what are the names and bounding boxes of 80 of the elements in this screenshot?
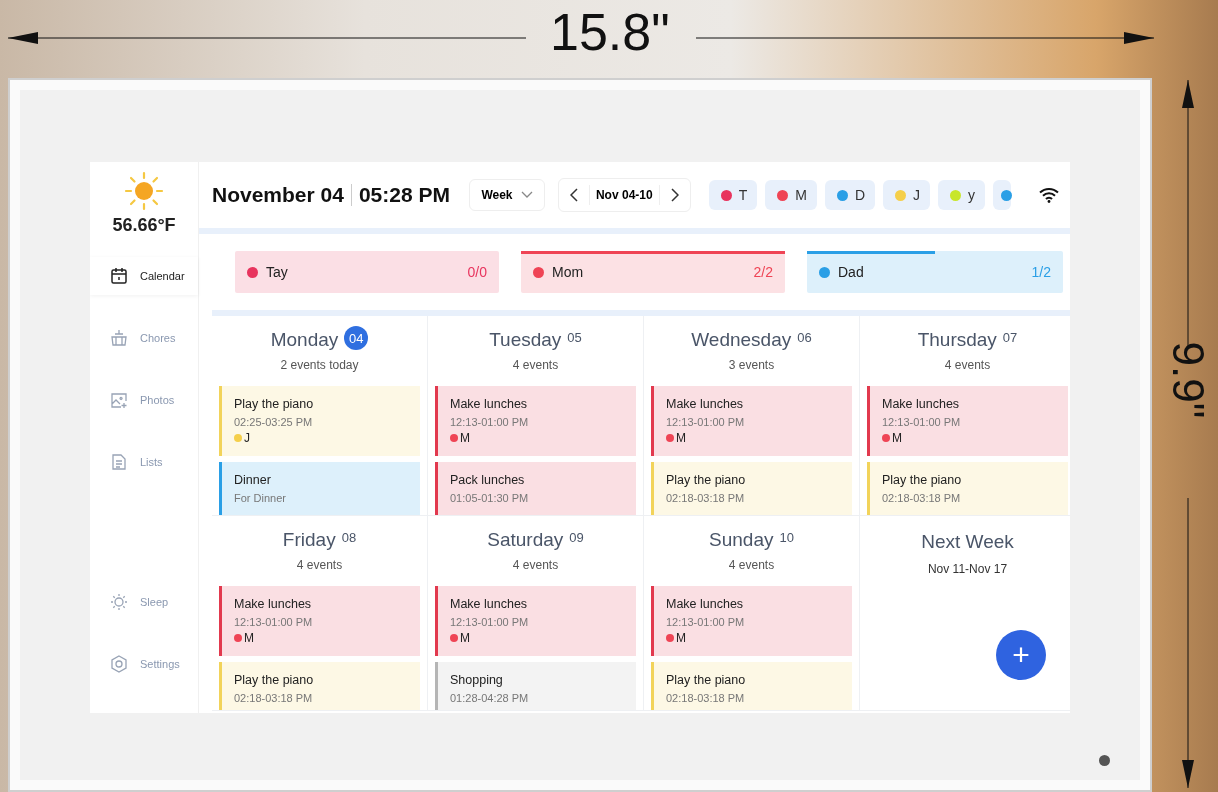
event-card[interactable]: Dinner For Dinner	[219, 462, 420, 515]
day-date: 10	[779, 529, 794, 545]
person-initial: J	[244, 431, 250, 445]
day-name: Monday	[270, 329, 339, 351]
next-week-title: Next Week	[921, 531, 1014, 553]
day-date: 06	[797, 329, 812, 345]
event-card[interactable]: Pack lunches 01:05-01:30 PM	[435, 462, 636, 515]
next-week-range: Nov 11-Nov 17	[926, 562, 1009, 576]
person-initial: M	[244, 631, 254, 645]
day-date: 09	[569, 529, 584, 545]
event-card[interactable]: Play the piano 02:18-03:18 PM	[867, 462, 1068, 515]
current-time: 05:28 PM	[357, 183, 450, 207]
day-name: Sunday	[709, 529, 774, 551]
view-dropdown[interactable]: Week	[468, 179, 545, 211]
task-count: 1/2	[1031, 264, 1051, 280]
day-name: Thursday	[917, 329, 997, 351]
member-progress-card[interactable]: Mom 2/2	[521, 251, 785, 293]
sun-icon	[110, 593, 128, 611]
event-card[interactable]: Make lunches 12:13-01:00 PM M	[435, 586, 636, 656]
current-date: November 04	[212, 184, 352, 206]
member-name: Tay	[266, 264, 289, 280]
member-filter-chip[interactable]	[993, 180, 1011, 210]
member-filter-chip[interactable]: D	[824, 180, 875, 210]
task-count: 0/0	[467, 264, 487, 280]
wifi-icon	[1038, 187, 1059, 203]
today-date-badge: 04	[344, 326, 369, 350]
event-count: 3 events	[727, 358, 776, 372]
height-label: 9.9"	[1163, 341, 1214, 419]
basket-icon	[110, 329, 128, 347]
sun-icon	[124, 171, 164, 211]
event-count: 4 events	[943, 358, 992, 372]
event-card[interactable]: Play the piano 02:18-03:18 PM	[219, 662, 420, 710]
member-progress-card[interactable]: Dad 1/2	[807, 251, 1063, 293]
member-filter-chip[interactable]: y	[938, 180, 985, 210]
person-initial: M	[460, 631, 470, 645]
event-card[interactable]: Make lunches 12:13-01:00 PM M	[651, 586, 852, 656]
day-date: 07	[1002, 329, 1018, 345]
task-count: 2/2	[753, 264, 773, 280]
sidebar-item[interactable]: Calendar	[90, 257, 198, 295]
event-card[interactable]: Play the piano 02:18-03:18 PM	[651, 662, 852, 710]
day-name: Friday	[282, 529, 336, 551]
event-count: 2 events today	[279, 358, 360, 372]
chevron-left-icon	[569, 188, 578, 202]
document-icon	[110, 453, 128, 471]
day-name: Saturday	[487, 529, 564, 551]
member-filter-chip[interactable]: J	[883, 180, 930, 210]
day-date: 08	[341, 529, 357, 545]
event-card[interactable]: Make lunches 12:13-01:00 PM M	[435, 386, 636, 456]
event-count: 4 events	[727, 558, 776, 572]
event-count: 4 events	[511, 558, 560, 572]
temperature: 56.66°F	[112, 215, 176, 236]
person-initial: M	[460, 431, 470, 445]
member-filter-chip[interactable]: M	[765, 180, 817, 210]
member-name: Mom	[552, 264, 585, 280]
width-label: 15.8"	[550, 2, 670, 62]
add-button[interactable]: +	[996, 630, 1046, 680]
week-range: Nov 04-10	[588, 185, 660, 205]
chevron-right-icon	[670, 188, 679, 202]
member-progress-card[interactable]: Tay 0/0	[235, 251, 499, 293]
calendar-icon	[110, 267, 128, 285]
event-card[interactable]: Make lunches 12:13-01:00 PM M	[219, 586, 420, 656]
event-count: 4 events	[295, 558, 344, 572]
event-count: 4 events	[511, 358, 560, 372]
member-filter-chip[interactable]: T	[708, 180, 758, 210]
person-initial: M	[676, 631, 686, 645]
event-card[interactable]: Make lunches 12:13-01:00 PM M	[867, 386, 1068, 456]
event-card[interactable]: Shopping 01:28-04:28 PM	[435, 662, 636, 710]
person-initial: M	[676, 431, 686, 445]
event-card[interactable]: Play the piano 02:18-03:18 PM	[651, 462, 852, 515]
day-name: Wednesday	[691, 329, 792, 351]
event-card[interactable]: Make lunches 12:13-01:00 PM M	[651, 386, 852, 456]
event-card[interactable]: Play the piano 02:25-03:25 PM J	[219, 386, 420, 456]
member-name: Dad	[838, 264, 865, 280]
person-initial: M	[892, 431, 902, 445]
chevron-down-icon	[520, 191, 533, 199]
day-date: 05	[567, 329, 582, 345]
day-name: Tuesday	[489, 329, 562, 351]
settings-icon	[110, 655, 128, 673]
image-add-icon	[110, 391, 128, 409]
camera-dot	[1099, 755, 1110, 766]
